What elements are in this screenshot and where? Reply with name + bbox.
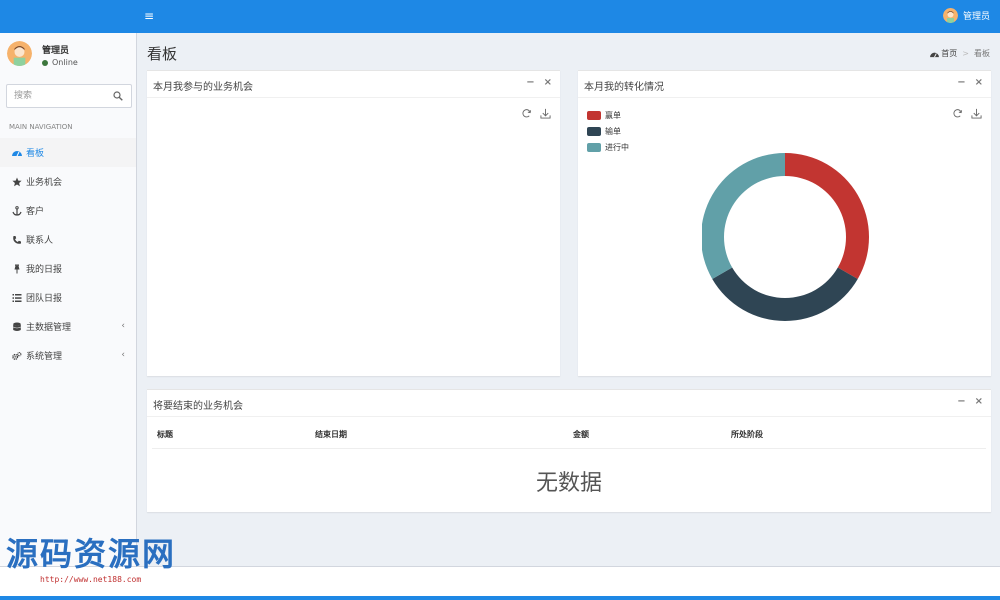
close-button[interactable]: × bbox=[975, 396, 983, 407]
nav-header: MAIN NAVIGATION bbox=[9, 123, 73, 131]
sidebar-item-customers[interactable]: 客户 bbox=[0, 196, 136, 225]
box-header: 本月我参与的业务机会 − × bbox=[147, 71, 560, 98]
box-header: 本月我的转化情况 − × bbox=[578, 71, 991, 98]
chevron-left-icon: ‹ bbox=[121, 321, 125, 331]
refresh-icon[interactable] bbox=[952, 108, 963, 119]
minimize-button[interactable]: − bbox=[957, 396, 965, 407]
breadcrumb-home-link[interactable]: 首页 bbox=[941, 48, 957, 59]
legend-item[interactable]: 进行中 bbox=[587, 139, 629, 155]
status-text: Online bbox=[52, 58, 78, 67]
sidebar-item-label: 业务机会 bbox=[26, 178, 63, 188]
database-icon bbox=[12, 322, 22, 332]
legend-swatch bbox=[587, 126, 601, 136]
sidebar-item-label: 我的日报 bbox=[26, 265, 63, 275]
brand-area bbox=[0, 0, 137, 33]
sidebar-item-master-data[interactable]: 主数据管理 ‹ bbox=[0, 312, 136, 341]
box-tools: − × bbox=[526, 77, 552, 88]
legend-label: 进行中 bbox=[605, 142, 629, 152]
chevron-left-icon: ‹ bbox=[121, 350, 125, 360]
sidebar-item-opportunities[interactable]: 业务机会 bbox=[0, 167, 136, 196]
breadcrumb-current: 看板 bbox=[974, 49, 990, 58]
conversion-donut-chart bbox=[702, 153, 869, 322]
footer-accent-line bbox=[0, 596, 1000, 600]
sidebar-item-label: 团队日报 bbox=[26, 294, 63, 304]
list-icon bbox=[12, 293, 22, 303]
column-header-stage[interactable]: 所处阶段 bbox=[726, 422, 986, 449]
column-header-end-date[interactable]: 结束日期 bbox=[310, 422, 568, 449]
user-panel: 管理员 Online bbox=[7, 41, 132, 71]
closing-soon-box: 将要结束的业务机会 − × 标题 结束日期 金额 所处阶段 无数据 bbox=[147, 389, 991, 512]
top-navbar: ≡ 管理员 bbox=[0, 0, 1000, 33]
table-header-row: 标题 结束日期 金额 所处阶段 bbox=[152, 422, 986, 449]
opportunities-this-month-box: 本月我参与的业务机会 − × bbox=[147, 70, 560, 376]
sidebar-item-system-settings[interactable]: 系统管理 ‹ bbox=[0, 341, 136, 370]
online-dot-icon bbox=[42, 59, 48, 66]
legend-label: 输单 bbox=[605, 126, 621, 136]
sidebar: 管理员 Online MAIN NAVIGATION 看板 业务机会 客户 联系… bbox=[0, 33, 137, 566]
watermark-title: 源码资源网 bbox=[6, 535, 177, 573]
box-title: 本月我参与的业务机会 bbox=[153, 82, 253, 93]
sidebar-item-dashboard[interactable]: 看板 bbox=[0, 138, 136, 167]
box-tools: − × bbox=[957, 77, 983, 88]
user-menu[interactable]: 管理员 bbox=[942, 8, 990, 23]
sidebar-item-contacts[interactable]: 联系人 bbox=[0, 225, 136, 254]
watermark-url: http://www.net188.com bbox=[40, 575, 142, 584]
donut-slice-3[interactable] bbox=[702, 153, 785, 279]
donut-slice-2[interactable] bbox=[712, 267, 858, 322]
column-header-amount[interactable]: 金额 bbox=[568, 422, 726, 449]
cogs-icon bbox=[12, 351, 22, 361]
watermark: 源码资源网 http://www.net188.com bbox=[6, 534, 176, 584]
anchor-icon bbox=[12, 205, 22, 216]
close-button[interactable]: × bbox=[544, 77, 552, 88]
breadcrumb: 首页 > 看板 bbox=[930, 48, 990, 59]
sidebar-search bbox=[6, 84, 132, 108]
sidebar-item-label: 看板 bbox=[26, 149, 45, 159]
sidebar-toggle-button[interactable]: ≡ bbox=[144, 9, 154, 23]
close-button[interactable]: × bbox=[975, 77, 983, 88]
legend-swatch bbox=[587, 110, 601, 120]
avatar bbox=[7, 41, 32, 66]
conversion-box: 本月我的转化情况 − × 赢单输单进行中 bbox=[578, 70, 991, 376]
refresh-icon[interactable] bbox=[521, 108, 532, 119]
user-avatar-small bbox=[942, 8, 958, 23]
download-icon[interactable] bbox=[540, 108, 551, 119]
thumbtack-icon bbox=[12, 264, 22, 274]
sidebar-item-label: 主数据管理 bbox=[26, 323, 72, 333]
search-input[interactable] bbox=[7, 85, 107, 107]
minimize-button[interactable]: − bbox=[957, 77, 965, 88]
search-icon[interactable] bbox=[113, 91, 123, 101]
legend-swatch bbox=[587, 142, 601, 152]
column-header-title[interactable]: 标题 bbox=[152, 422, 310, 449]
box-title: 本月我的转化情况 bbox=[584, 82, 664, 93]
star-icon bbox=[12, 177, 22, 187]
dashboard-icon bbox=[930, 52, 940, 57]
box-title: 将要结束的业务机会 bbox=[153, 401, 243, 412]
sidebar-item-my-daily-report[interactable]: 我的日报 bbox=[0, 254, 136, 283]
chart-toolbox bbox=[521, 108, 551, 119]
sidebar-item-label: 联系人 bbox=[26, 236, 54, 246]
box-header: 将要结束的业务机会 − × bbox=[147, 390, 991, 417]
legend-item[interactable]: 赢单 bbox=[587, 107, 629, 123]
sidebar-item-label: 系统管理 bbox=[26, 352, 63, 362]
breadcrumb-separator: > bbox=[962, 49, 969, 58]
legend-label: 赢单 bbox=[605, 110, 621, 120]
donut-slice-1[interactable] bbox=[785, 153, 869, 279]
minimize-button[interactable]: − bbox=[526, 77, 534, 88]
phone-icon bbox=[12, 235, 22, 245]
user-menu-name: 管理员 bbox=[962, 12, 990, 22]
chart-legend: 赢单 输单 进行中 bbox=[587, 107, 629, 155]
online-status: Online bbox=[42, 58, 78, 67]
chart-toolbox bbox=[952, 108, 982, 119]
opportunities-table: 标题 结束日期 金额 所处阶段 bbox=[152, 422, 986, 449]
sidebar-item-label: 客户 bbox=[26, 207, 45, 217]
legend-item[interactable]: 输单 bbox=[587, 123, 629, 139]
sidebar-user-name: 管理员 bbox=[42, 46, 70, 56]
box-tools: − × bbox=[957, 396, 983, 407]
dashboard-icon bbox=[12, 148, 22, 158]
download-icon[interactable] bbox=[971, 108, 982, 119]
sidebar-item-team-daily-report[interactable]: 团队日报 bbox=[0, 283, 136, 312]
empty-state-text: 无数据 bbox=[535, 471, 602, 496]
page-title: 看板 bbox=[147, 45, 178, 63]
sidebar-menu: 看板 业务机会 客户 联系人 我的日报 团队日报 主数据管理 ‹ 系统管理 ‹ bbox=[0, 138, 136, 370]
